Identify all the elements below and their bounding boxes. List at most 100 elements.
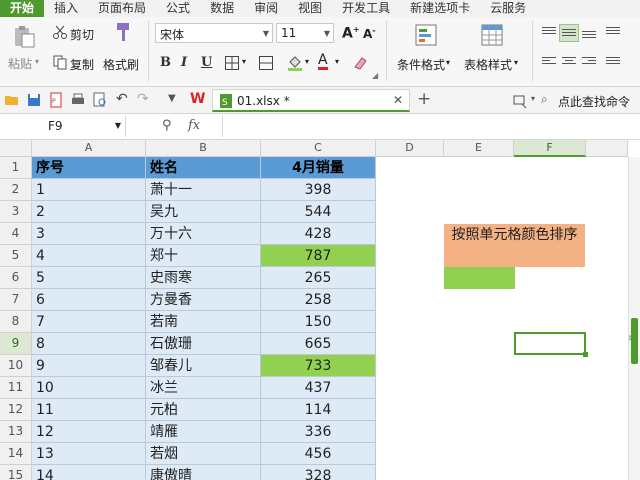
conditional-format-icon[interactable] bbox=[414, 23, 438, 47]
align-right-icon[interactable] bbox=[580, 55, 598, 71]
new-tab-icon[interactable]: + bbox=[417, 89, 431, 109]
column-header[interactable]: E bbox=[444, 140, 514, 157]
row-header[interactable]: 14 bbox=[0, 443, 32, 465]
table-cell-sales[interactable]: 733 bbox=[261, 355, 376, 377]
table-cell-name[interactable]: 史雨寒 bbox=[146, 267, 261, 289]
open-folder-icon[interactable] bbox=[4, 92, 20, 108]
table-cell-seq[interactable]: 2 bbox=[32, 201, 146, 223]
column-header[interactable]: B bbox=[146, 140, 261, 157]
table-cell-seq[interactable]: 6 bbox=[32, 289, 146, 311]
align-top-icon[interactable] bbox=[540, 25, 558, 41]
active-cell-selection[interactable] bbox=[514, 332, 588, 357]
ribbon-tab[interactable]: 云服务 bbox=[480, 0, 536, 17]
row-header[interactable]: 11 bbox=[0, 377, 32, 399]
header-cell-name[interactable]: 姓名 bbox=[146, 157, 261, 179]
header-cell-sales[interactable]: 4月销量 bbox=[261, 157, 376, 179]
align-left-icon[interactable] bbox=[540, 55, 558, 71]
table-cell-sales[interactable]: 544 bbox=[261, 201, 376, 223]
row-header[interactable]: 9 bbox=[0, 333, 32, 355]
print-icon[interactable] bbox=[70, 92, 86, 108]
row-header[interactable]: 7 bbox=[0, 289, 32, 311]
print-preview-icon[interactable] bbox=[92, 92, 108, 108]
table-cell-name[interactable]: 靖雁 bbox=[146, 421, 261, 443]
row-header[interactable]: 3 bbox=[0, 201, 32, 223]
table-cell-name[interactable]: 若烟 bbox=[146, 443, 261, 465]
row-header[interactable]: 5 bbox=[0, 245, 32, 267]
ribbon-tab[interactable]: 插入 bbox=[44, 0, 88, 17]
table-cell-seq[interactable]: 8 bbox=[32, 333, 146, 355]
row-header[interactable]: 2 bbox=[0, 179, 32, 201]
chevron-down-icon[interactable]: ▾ bbox=[305, 57, 309, 66]
align-center-icon[interactable] bbox=[560, 55, 578, 71]
chevron-down-icon[interactable]: ▾ bbox=[242, 57, 246, 66]
table-cell-name[interactable]: 萧十一 bbox=[146, 179, 261, 201]
name-box[interactable]: F9 ▼ bbox=[0, 116, 126, 137]
column-header[interactable]: C bbox=[261, 140, 376, 157]
chevron-down-icon[interactable]: ▾ bbox=[531, 94, 535, 103]
font-size-select[interactable]: 11 ▼ bbox=[276, 23, 334, 43]
export-pdf-icon[interactable]: P bbox=[48, 92, 64, 108]
table-cell-seq[interactable]: 13 bbox=[32, 443, 146, 465]
table-cell-sales[interactable]: 787 bbox=[261, 245, 376, 267]
customize-toolbar-icon[interactable]: ▼ bbox=[168, 93, 176, 104]
format-painter-icon[interactable] bbox=[113, 21, 135, 43]
paste-dropdown-icon[interactable]: ▾ bbox=[35, 57, 39, 66]
table-cell-seq[interactable]: 3 bbox=[32, 223, 146, 245]
table-cell-name[interactable]: 邹春儿 bbox=[146, 355, 261, 377]
table-cell-name[interactable]: 万十六 bbox=[146, 223, 261, 245]
table-cell-seq[interactable]: 1 bbox=[32, 179, 146, 201]
table-cell-seq[interactable]: 12 bbox=[32, 421, 146, 443]
redo-icon[interactable]: ↷ bbox=[137, 91, 149, 107]
font-color-icon[interactable]: A bbox=[318, 53, 328, 70]
paste-icon[interactable] bbox=[12, 25, 36, 49]
table-cell-sales[interactable]: 456 bbox=[261, 443, 376, 465]
table-cell-sales[interactable]: 150 bbox=[261, 311, 376, 333]
font-dialog-launcher-icon[interactable]: ◢ bbox=[372, 71, 378, 80]
color-swatch-cell[interactable] bbox=[444, 267, 515, 289]
justify-icon[interactable] bbox=[604, 55, 622, 71]
undo-icon[interactable]: ↶ bbox=[116, 91, 128, 107]
header-cell-seq[interactable]: 序号 bbox=[32, 157, 146, 179]
format-painter-button[interactable]: 格式刷 bbox=[103, 56, 139, 73]
row-header[interactable]: 1 bbox=[0, 157, 32, 179]
row-header[interactable]: 6 bbox=[0, 267, 32, 289]
table-cell-name[interactable]: 方曼香 bbox=[146, 289, 261, 311]
bold-button[interactable]: B bbox=[160, 55, 171, 70]
search-icon[interactable]: ⌕ bbox=[541, 92, 548, 107]
ribbon-tab[interactable]: 页面布局 bbox=[88, 0, 156, 17]
ribbon-tab[interactable]: 开发工具 bbox=[332, 0, 400, 17]
copy-button[interactable]: 复制 bbox=[70, 56, 94, 73]
formula-input[interactable] bbox=[222, 116, 640, 137]
close-icon[interactable]: ✕ bbox=[393, 93, 403, 107]
italic-button[interactable]: I bbox=[181, 55, 187, 70]
row-header[interactable]: 10 bbox=[0, 355, 32, 377]
table-cell-seq[interactable]: 5 bbox=[32, 267, 146, 289]
table-style-icon[interactable] bbox=[480, 23, 504, 47]
ribbon-tab[interactable]: 审阅 bbox=[244, 0, 288, 17]
table-cell-name[interactable]: 若南 bbox=[146, 311, 261, 333]
table-cell-seq[interactable]: 10 bbox=[32, 377, 146, 399]
table-cell-sales[interactable]: 398 bbox=[261, 179, 376, 201]
table-cell-sales[interactable]: 265 bbox=[261, 267, 376, 289]
wrap-text-icon[interactable] bbox=[604, 25, 622, 41]
table-cell-name[interactable]: 石傲珊 bbox=[146, 333, 261, 355]
underline-button[interactable]: U bbox=[201, 55, 212, 70]
font-family-select[interactable]: 宋体 ▼ bbox=[155, 23, 273, 43]
table-cell-seq[interactable]: 7 bbox=[32, 311, 146, 333]
row-header[interactable]: 15 bbox=[0, 465, 32, 480]
ribbon-tab[interactable]: 数据 bbox=[200, 0, 244, 17]
ribbon-tab[interactable]: 新建选项卡 bbox=[400, 0, 480, 17]
table-cell-sales[interactable]: 437 bbox=[261, 377, 376, 399]
row-header[interactable]: 8 bbox=[0, 311, 32, 333]
table-cell-seq[interactable]: 9 bbox=[32, 355, 146, 377]
row-header[interactable]: 13 bbox=[0, 421, 32, 443]
cut-button[interactable]: 剪切 bbox=[70, 26, 94, 43]
note-cell[interactable]: 按照单元格颜色排序 bbox=[444, 224, 585, 267]
select-all-corner[interactable] bbox=[0, 140, 32, 157]
search-command-button[interactable]: 点此查找命令 bbox=[558, 93, 630, 110]
increase-font-icon[interactable]: A+ bbox=[342, 25, 360, 42]
column-header[interactable]: A bbox=[32, 140, 146, 157]
table-cell-sales[interactable]: 114 bbox=[261, 399, 376, 421]
align-middle-icon[interactable] bbox=[559, 24, 579, 42]
border-icon[interactable] bbox=[224, 55, 240, 71]
